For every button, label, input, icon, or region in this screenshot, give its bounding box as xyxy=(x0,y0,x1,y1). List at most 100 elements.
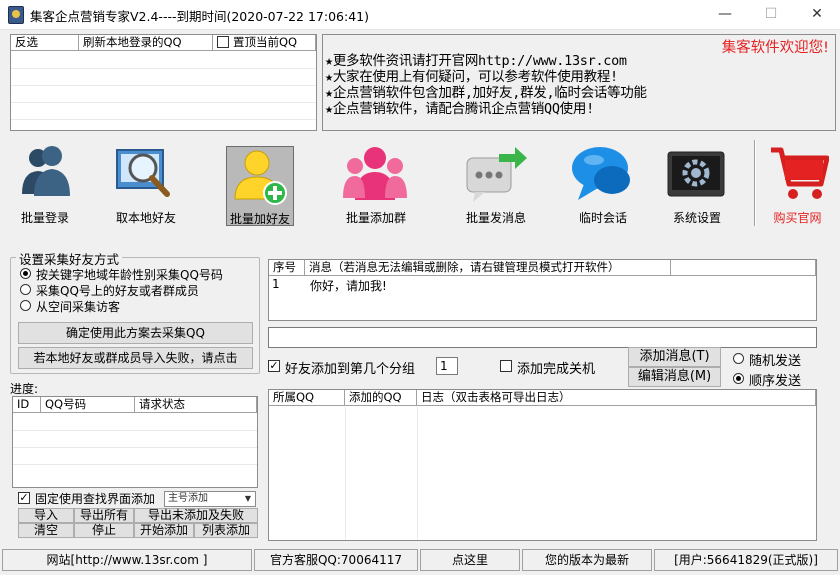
collect-option-keyword-radio[interactable] xyxy=(20,268,31,279)
buy-website-label: 购买官网 xyxy=(773,211,822,225)
toolbar-batch-add-friends[interactable]: 批量加好友 xyxy=(226,146,294,226)
import-button[interactable]: 导入 xyxy=(18,508,74,523)
group-icon xyxy=(343,147,407,200)
progress-header-status: 请求状态 xyxy=(135,397,257,413)
status-user: [用户:56641829(正式版)] xyxy=(654,549,838,571)
refresh-local-qq-header[interactable]: 刷新本地登录的QQ xyxy=(79,35,213,51)
minimize-button[interactable]: — xyxy=(702,0,748,30)
toolbar-label: 批量加好友 xyxy=(229,212,290,226)
collect-option-keyword-label: 按关键字地域年龄性别采集QQ号码 xyxy=(36,268,223,282)
message-icon xyxy=(466,147,527,202)
column-divider xyxy=(417,407,418,540)
order-send-label: 顺序发送 xyxy=(749,374,802,389)
app-icon xyxy=(8,6,24,24)
users-icon xyxy=(22,146,70,196)
message-header-content: 消息（若消息无法编辑或删除，请右键管理员模式打开软件） xyxy=(305,260,671,276)
pin-current-qq-checkbox[interactable] xyxy=(217,36,229,48)
toolbar-label: 批量添加群 xyxy=(345,211,406,225)
confirm-collect-button[interactable]: 确定使用此方案去采集QQ xyxy=(18,322,253,344)
toolbar-label: 取本地好友 xyxy=(115,211,176,225)
log-header-log: 日志（双击表格可导出日志） xyxy=(417,390,816,406)
invert-select-header[interactable]: 反选 xyxy=(11,35,79,51)
toolbar-label: 批量登录 xyxy=(20,211,69,225)
toolbar-local-friends[interactable]: 取本地好友 xyxy=(101,142,191,228)
news-line: ★企点营销软件包含加群,加好友,群发,临时会话等功能 xyxy=(325,85,647,101)
window-title: 集客企点营销专家V2.4----到期时间(2020-07-22 17:06:41… xyxy=(30,9,369,24)
news-line: ★企点营销软件，请配合腾讯企点营销QQ使用! xyxy=(325,101,594,117)
order-send-radio[interactable] xyxy=(733,373,744,384)
shutdown-checkbox[interactable] xyxy=(500,360,512,372)
progress-table[interactable]: ID QQ号码 请求状态 xyxy=(12,396,258,488)
add-message-button[interactable]: 添加消息(T) xyxy=(628,347,721,367)
toolbar-settings[interactable]: 系统设置 xyxy=(652,142,742,228)
clear-button[interactable]: 清空 xyxy=(18,523,74,538)
row-divider xyxy=(11,85,316,86)
log-table[interactable]: 所属QQ 添加的QQ 日志（双击表格可导出日志） xyxy=(268,389,817,541)
collect-option-friends-label: 采集QQ号上的好友或者群成员 xyxy=(36,284,199,298)
list-add-button[interactable]: 列表添加 xyxy=(194,523,258,538)
add-mode-select[interactable]: 主号添加 ▼ xyxy=(164,491,256,507)
message-input[interactable] xyxy=(268,327,817,348)
toolbar-batch-login[interactable]: 批量登录 xyxy=(0,142,90,228)
news-line: ★大家在使用上有何疑问，可以参考软件使用教程! xyxy=(325,69,618,85)
message-row-num: 1 xyxy=(272,277,280,291)
export-unadded-button[interactable]: 导出未添加及失败 xyxy=(134,508,258,523)
add-user-icon xyxy=(234,150,287,205)
column-divider xyxy=(345,407,346,540)
collect-option-friends-radio[interactable] xyxy=(20,284,31,295)
row-divider xyxy=(13,430,257,431)
status-click-here[interactable]: 点这里 xyxy=(420,549,520,571)
message-table[interactable]: 序号 消息（若消息无法编辑或删除，请右键管理员模式打开软件） 1 你好，请加我! xyxy=(268,259,817,321)
toolbar-label: 系统设置 xyxy=(672,211,721,225)
group-number-input[interactable]: 1 xyxy=(436,357,458,375)
progress-header-id: ID xyxy=(13,397,41,413)
message-row-text: 你好，请加我! xyxy=(310,279,387,293)
progress-label: 进度: xyxy=(10,382,39,396)
start-add-button[interactable]: 开始添加 xyxy=(134,523,194,538)
title-bar: 集客企点营销专家V2.4----到期时间(2020-07-22 17:06:41… xyxy=(0,0,840,30)
stop-button[interactable]: 停止 xyxy=(74,523,134,538)
row-divider xyxy=(11,119,316,120)
row-divider xyxy=(13,464,257,465)
pin-current-qq-header[interactable]: 置顶当前QQ xyxy=(213,35,316,51)
fixed-find-add-label: 固定使用查找界面添加 xyxy=(35,492,156,506)
edit-message-button[interactable]: 编辑消息(M) xyxy=(628,367,721,387)
collect-option-qzone-radio[interactable] xyxy=(20,300,31,311)
toolbar-temp-chat[interactable]: 临时会话 xyxy=(558,142,648,228)
pin-current-qq-label: 置顶当前QQ xyxy=(233,35,298,49)
maximize-button[interactable]: ☐ xyxy=(748,0,794,30)
magnifier-icon xyxy=(116,149,170,197)
add-mode-value: 主号添加 xyxy=(168,493,208,504)
toolbar-label: 批量发消息 xyxy=(465,211,526,225)
fixed-find-add-checkbox[interactable]: ✓ xyxy=(18,492,30,504)
status-version: 您的版本为最新 xyxy=(522,549,652,571)
toolbar-batch-message[interactable]: 批量发消息 xyxy=(451,142,541,228)
add-to-group-label: 好友添加到第几个分组 xyxy=(285,362,416,377)
log-header-owner-qq: 所属QQ xyxy=(269,390,345,406)
row-divider xyxy=(13,447,257,448)
qq-account-list[interactable]: 反选 刷新本地登录的QQ 置顶当前QQ xyxy=(10,34,317,131)
welcome-text: 集客软件欢迎您! xyxy=(721,40,829,56)
collect-option-qzone-label: 从空间采集访客 xyxy=(36,300,121,314)
add-to-group-checkbox[interactable]: ✓ xyxy=(268,360,280,372)
message-header-num: 序号 xyxy=(269,260,305,276)
random-send-radio[interactable] xyxy=(733,353,744,364)
row-divider xyxy=(11,68,316,69)
chevron-down-icon: ▼ xyxy=(244,494,251,503)
message-header-blank xyxy=(671,260,816,276)
gear-icon xyxy=(667,151,725,197)
status-website[interactable]: 网站[http://www.13sr.com ] xyxy=(2,549,252,571)
status-service-qq: 官方客服QQ:70064117 xyxy=(254,549,418,571)
export-all-button[interactable]: 导出所有 xyxy=(74,508,134,523)
toolbar-buy-website[interactable]: 购买官网 xyxy=(755,142,840,228)
news-panel: 集客软件欢迎您! ★更多软件资讯请打开官网http://www.13sr.com… xyxy=(322,34,836,131)
close-button[interactable]: ✕ xyxy=(794,0,840,30)
row-divider xyxy=(11,102,316,103)
toolbar-batch-add-group[interactable]: 批量添加群 xyxy=(331,142,421,228)
toolbar-label: 临时会话 xyxy=(578,211,627,225)
chat-bubble-icon xyxy=(572,147,630,200)
cart-icon xyxy=(771,147,829,199)
news-line: ★更多软件资讯请打开官网http://www.13sr.com xyxy=(325,53,627,69)
import-fail-button[interactable]: 若本地好友或群成员导入失败，请点击 xyxy=(18,347,253,369)
progress-header-qq: QQ号码 xyxy=(41,397,135,413)
